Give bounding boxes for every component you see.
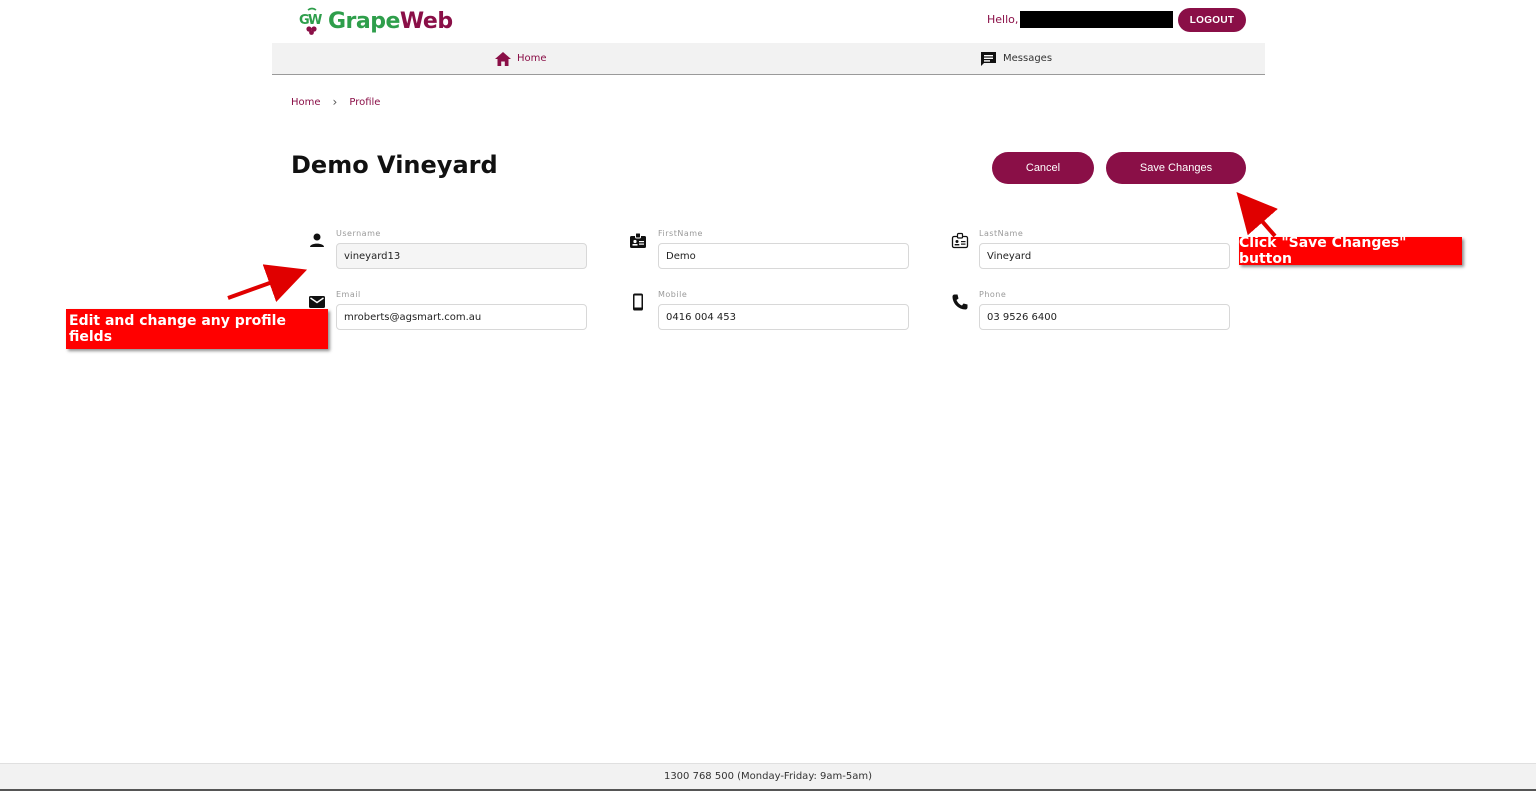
- save-hint-text: Click "Save Changes" button: [1239, 235, 1407, 267]
- lastname-value: Vineyard: [987, 250, 1032, 262]
- grape-logo-icon: G W: [298, 7, 326, 35]
- breadcrumb-home[interactable]: Home: [291, 97, 321, 108]
- breadcrumb-separator: ›: [332, 95, 338, 109]
- greeting-text: Hello,: [987, 13, 1019, 26]
- phone-input[interactable]: 03 9526 6400: [979, 304, 1230, 330]
- mobile-input[interactable]: 0416 004 453: [658, 304, 909, 330]
- edit-hint-arrow: [227, 264, 308, 302]
- edit-hint-text: Edit and change any profile fields: [69, 313, 286, 345]
- lastname-label: LastName: [979, 229, 1024, 238]
- mobile-value: 0416 004 453: [666, 311, 736, 323]
- phone-value: 03 9526 6400: [987, 311, 1057, 323]
- nav-messages[interactable]: Messages: [980, 43, 1052, 74]
- breadcrumb-current[interactable]: Profile: [349, 97, 380, 108]
- lastname-input[interactable]: Vineyard: [979, 243, 1230, 269]
- footer: 1300 768 500 (Monday-Friday: 9am-5am): [0, 763, 1536, 791]
- save-hint-arrow: [1236, 191, 1278, 238]
- edit-hint-annotation: Edit and change any profile fields: [66, 309, 328, 349]
- email-value: mroberts@agsmart.com.au: [344, 311, 482, 323]
- phone-label: Phone: [979, 290, 1007, 299]
- message-icon: [981, 51, 996, 66]
- nav-messages-label: Messages: [1003, 53, 1053, 64]
- mobile-label: Mobile: [658, 290, 688, 299]
- email-label: Email: [336, 290, 361, 299]
- brand-logo[interactable]: G W GrapeWeb: [298, 6, 453, 36]
- person-icon: [310, 233, 324, 247]
- save-hint-annotation: Click "Save Changes" button: [1239, 235, 1462, 267]
- nav-home[interactable]: Home: [495, 43, 547, 74]
- logout-button[interactable]: LOGOUT: [1178, 8, 1246, 32]
- cancel-button[interactable]: Cancel: [992, 152, 1094, 184]
- nav-home-label: Home: [517, 53, 547, 64]
- redacted-username: [1020, 11, 1173, 28]
- username-value: vineyard13: [344, 250, 401, 262]
- save-changes-button[interactable]: Save Changes: [1106, 152, 1246, 184]
- annotation-arrows: [227, 191, 1278, 302]
- email-input[interactable]: mroberts@agsmart.com.au: [336, 304, 587, 330]
- firstname-label: FirstName: [658, 229, 703, 238]
- page-title: Demo Vineyard: [291, 151, 498, 179]
- mobile-icon: [633, 293, 643, 311]
- main-nav: Home Messages: [272, 43, 1265, 75]
- footer-contact-text: 1300 768 500 (Monday-Friday: 9am-5am): [663, 771, 873, 782]
- firstname-input[interactable]: Demo: [658, 243, 909, 269]
- svg-text:W: W: [308, 13, 322, 28]
- home-icon: [495, 51, 511, 66]
- breadcrumb: Home › Profile: [291, 95, 380, 109]
- phone-icon: [952, 294, 968, 310]
- username-input[interactable]: vineyard13: [336, 243, 587, 269]
- brand-name: GrapeWeb: [328, 8, 453, 34]
- badge-outline-icon: [951, 232, 969, 249]
- username-label: Username: [336, 229, 381, 238]
- firstname-value: Demo: [666, 250, 696, 262]
- badge-icon: [630, 232, 646, 248]
